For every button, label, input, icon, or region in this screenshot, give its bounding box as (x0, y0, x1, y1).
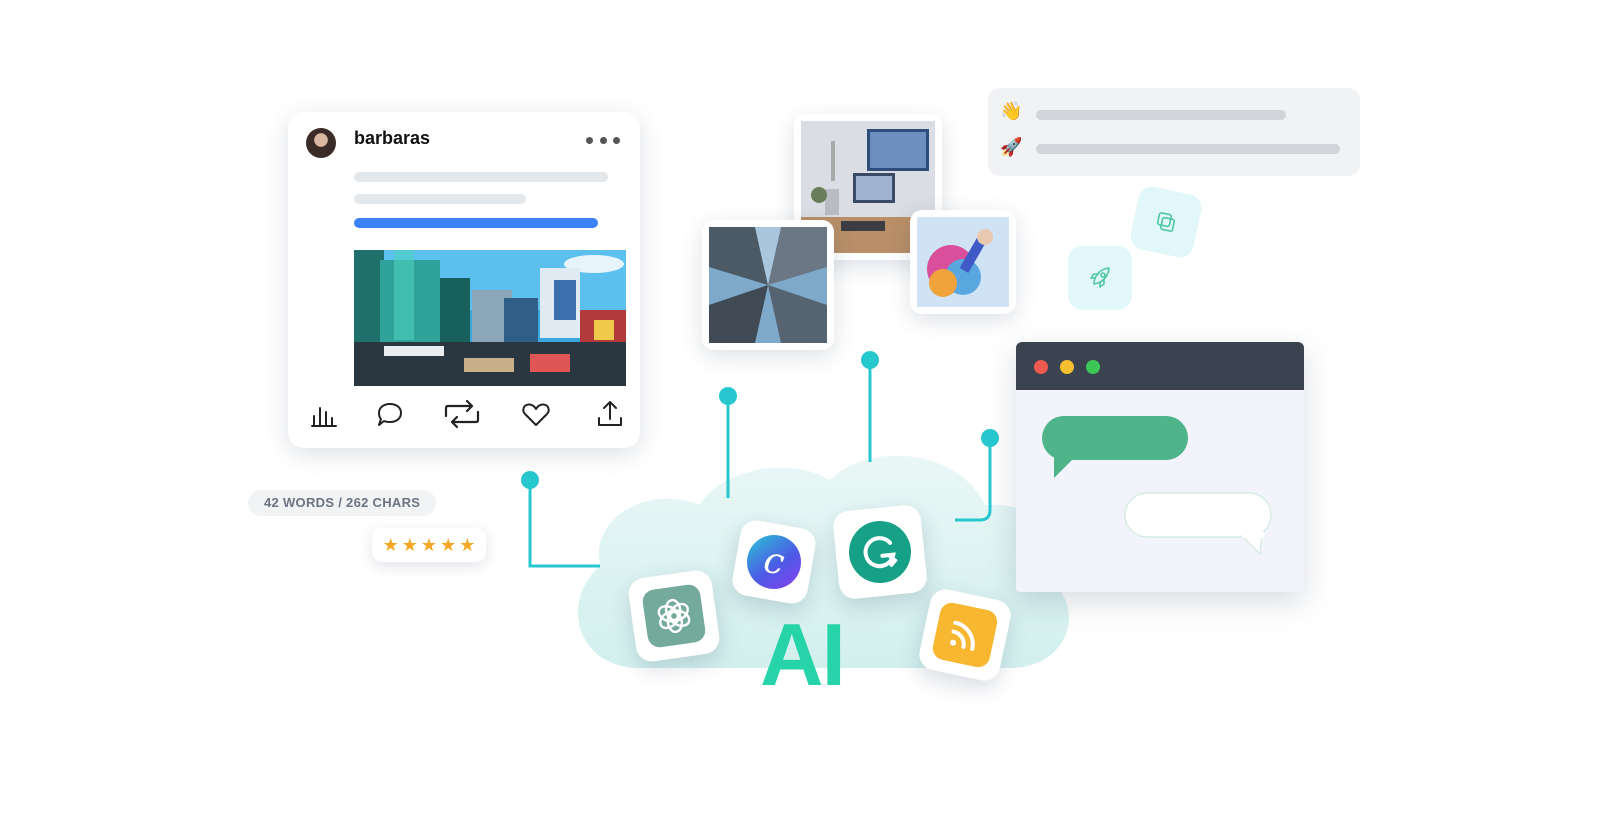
repost-icon[interactable] (442, 398, 482, 430)
star-icon: ★ (440, 535, 457, 555)
text-placeholder-line (354, 172, 608, 182)
analytics-icon[interactable] (308, 398, 340, 430)
rocket-outline-icon (1068, 246, 1132, 310)
text-placeholder-line (1036, 110, 1286, 120)
post-image-city[interactable] (354, 250, 626, 386)
close-window-button[interactable] (1034, 360, 1048, 374)
connector-node (981, 429, 999, 447)
star-icon: ★ (401, 535, 418, 555)
word-count-badge: 42 WORDS / 262 CHARS (248, 490, 437, 516)
like-icon[interactable] (520, 398, 552, 430)
social-post-card: barbaras (288, 112, 640, 448)
rss-icon[interactable] (916, 586, 1014, 684)
chat-bubble-incoming (1042, 416, 1188, 478)
maximize-window-button[interactable] (1086, 360, 1100, 374)
post-action-bar (308, 398, 624, 434)
text-placeholder-line (354, 194, 526, 204)
star-icon: ★ (420, 535, 438, 555)
minimize-window-button[interactable] (1060, 360, 1074, 374)
connector-node (861, 351, 879, 369)
share-icon[interactable] (594, 398, 626, 430)
grammarly-icon[interactable] (831, 503, 929, 601)
link-placeholder-line[interactable] (354, 218, 598, 228)
rocket-icon: 🚀 (1000, 137, 1023, 157)
post-username[interactable]: barbaras (354, 128, 430, 149)
connector-node (521, 471, 539, 489)
wave-icon: 👋 (1000, 101, 1023, 121)
reaction-card: 👋 🚀 (988, 88, 1360, 176)
photo-thumbnail-art[interactable] (910, 210, 1016, 314)
avatar[interactable] (306, 128, 336, 158)
more-options-button[interactable] (586, 130, 620, 150)
browser-window (1016, 342, 1304, 592)
star-icon: ★ (382, 535, 399, 555)
star-icon: ★ (459, 535, 476, 555)
comment-icon[interactable] (374, 398, 406, 430)
star-rating: ★ ★ ★ ★ ★ (372, 528, 486, 562)
chatgpt-icon[interactable] (626, 568, 722, 664)
text-placeholder-line (1036, 144, 1340, 154)
photo-thumbnail-skyscrapers[interactable] (702, 220, 834, 350)
ai-label: AI (760, 605, 846, 704)
browser-titlebar (1016, 342, 1304, 390)
chat-bubble-outgoing (1124, 492, 1272, 556)
canva-icon[interactable]: c (729, 517, 819, 607)
connector-node (719, 387, 737, 405)
layers-icon (1128, 184, 1204, 260)
